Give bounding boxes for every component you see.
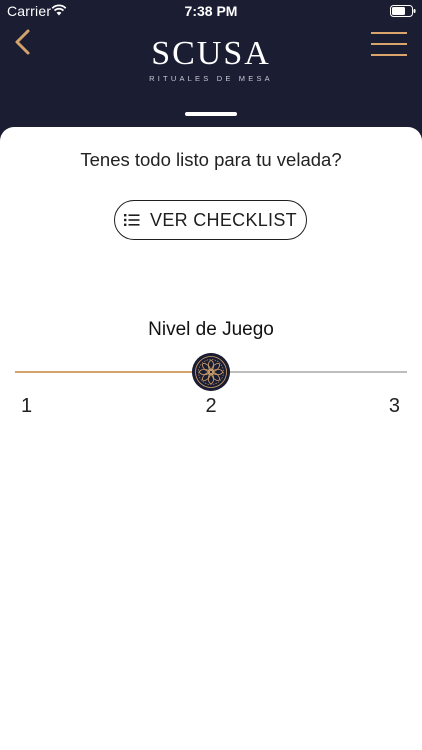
- ver-checklist-label: VER CHECKLIST: [150, 209, 297, 230]
- content-sheet: Tenes todo listo para tu velada? VER CHE…: [0, 127, 422, 750]
- brand-name: SCUSA: [151, 35, 271, 72]
- prompt-question: Tenes todo listo para tu velada?: [80, 149, 342, 170]
- hamburger-menu-icon[interactable]: [371, 32, 407, 56]
- battery-icon: [390, 5, 416, 17]
- slider-tick-3: 3: [388, 395, 400, 417]
- slider-track-filled[interactable]: [15, 371, 211, 373]
- ver-checklist-button[interactable]: VER CHECKLIST: [114, 200, 307, 240]
- status-bar: Carrier 7:38 PM: [0, 0, 422, 22]
- brand-tagline: RITUALES DE MESA: [149, 74, 273, 83]
- mandala-thumb-icon[interactable]: [192, 353, 230, 391]
- list-icon: [124, 214, 140, 226]
- slider-tick-2: 2: [205, 395, 217, 417]
- level-title: Nivel de Juego: [148, 319, 274, 340]
- brand-logo: SCUSA RITUALES DE MESA: [0, 35, 422, 84]
- sheet-handle[interactable]: [185, 112, 237, 116]
- status-time: 7:38 PM: [184, 3, 238, 19]
- slider-track-remaining[interactable]: [211, 371, 407, 373]
- slider-tick-1: 1: [21, 395, 33, 417]
